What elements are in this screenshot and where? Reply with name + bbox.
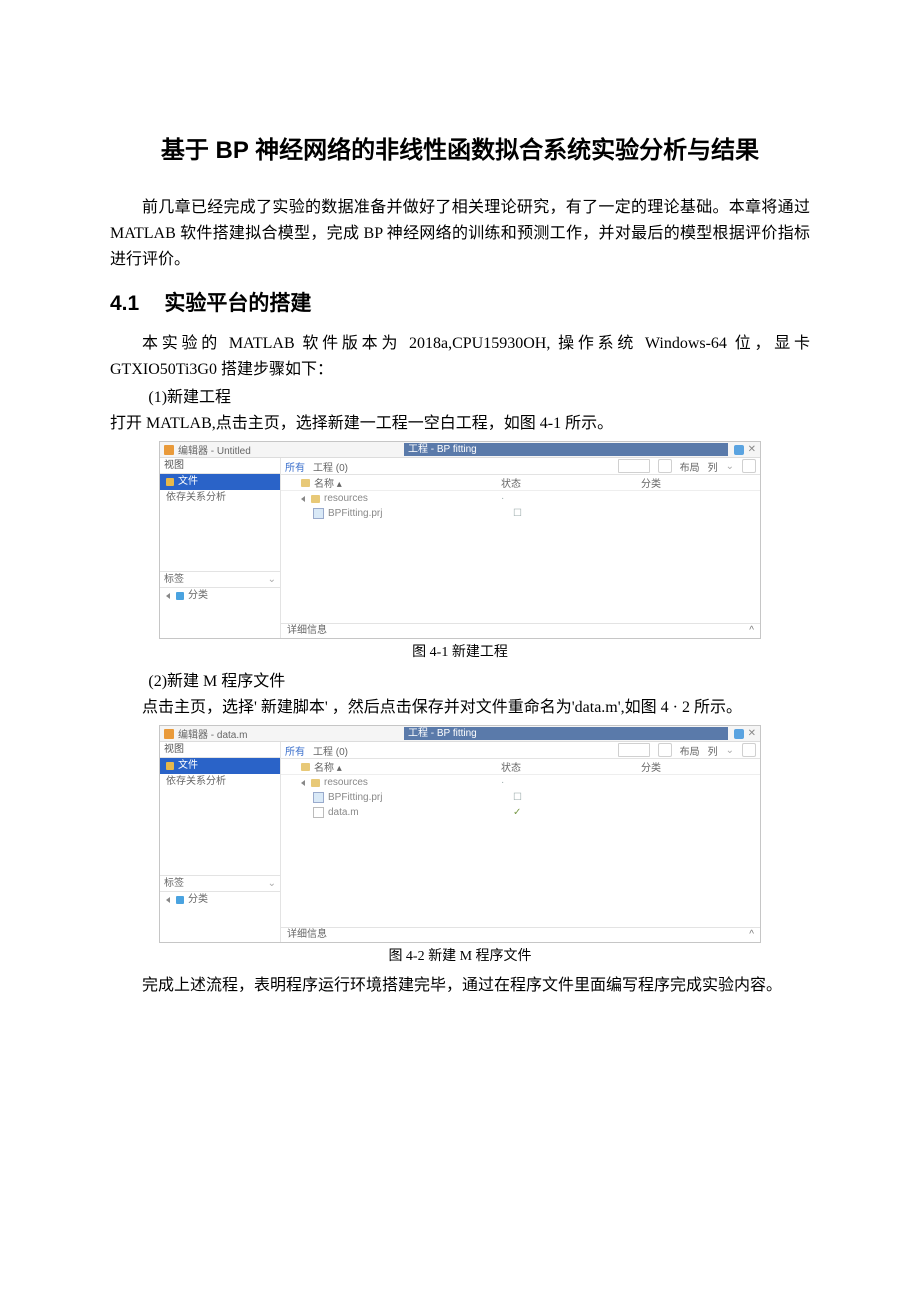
content-panel: 所有 工程 (0) 布局 列 ⌄ 名称 ▴ 状态 分类	[281, 742, 760, 942]
folder-icon	[311, 779, 320, 787]
column-status[interactable]: 状态	[501, 475, 641, 490]
step2-label: (2)新建 M 程序文件	[110, 669, 810, 695]
folder-icon	[166, 762, 174, 770]
chevron-down-icon[interactable]: ⌄	[726, 745, 734, 756]
expand-icon	[166, 593, 170, 599]
toolbar-all[interactable]: 所有	[285, 743, 305, 758]
toolbar-layout[interactable]: 布局	[680, 459, 700, 474]
project-file-icon	[313, 508, 324, 519]
collapse-icon[interactable]: ^	[749, 624, 754, 638]
window-title: 编辑器 - Untitled	[178, 442, 251, 457]
toolbar-project[interactable]: 工程 (0)	[313, 459, 348, 474]
sidebar-item-category[interactable]: 分类	[160, 892, 280, 908]
intro-paragraph: 前几章已经完成了实验的数据准备并做好了相关理论研究，有了一定的理论基础。本章将通…	[110, 195, 810, 273]
category-icon	[176, 896, 184, 904]
column-category[interactable]: 分类	[641, 475, 760, 490]
chevron-down-icon[interactable]: ⌄	[268, 876, 276, 891]
filter-icon[interactable]	[658, 459, 672, 473]
chevron-down-icon[interactable]: ⌄	[726, 461, 734, 472]
folder-icon	[301, 479, 310, 487]
toolbar-columns[interactable]: 列	[708, 459, 718, 474]
platform-paragraph: 本实验的 MATLAB 软件版本为 2018a,CPU15930OH, 操作系统…	[110, 331, 810, 383]
folder-icon	[166, 478, 174, 486]
project-toolbar: 所有 工程 (0) 布局 列 ⌄	[281, 458, 760, 475]
help-icon[interactable]	[734, 729, 744, 739]
section-heading: 4.1 实验平台的搭建	[110, 287, 810, 317]
sidebar-item-category[interactable]: 分类	[160, 588, 280, 604]
section-title: 实验平台的搭建	[164, 292, 311, 315]
content-panel: 所有 工程 (0) 布局 列 ⌄ 名称 ▴ 状态 分类	[281, 458, 760, 638]
collapse-icon[interactable]: ^	[749, 928, 754, 942]
sidebar-item-label: 文件	[178, 758, 198, 774]
figure-4-1-caption: 图 4-1 新建工程	[110, 641, 810, 661]
sidebar-item-dependency[interactable]: 依存关系分析	[160, 490, 280, 506]
project-file-icon	[313, 792, 324, 803]
sidebar-header-view: 视图	[160, 458, 280, 474]
table-row[interactable]: resources ·	[281, 491, 760, 506]
folder-icon	[301, 763, 310, 771]
table-row[interactable]: data.m ✓	[281, 805, 760, 820]
app-icon	[164, 445, 174, 455]
gear-icon[interactable]	[742, 459, 756, 473]
column-name[interactable]: 名称 ▴	[281, 759, 501, 774]
status-bar: 详细信息 ^	[281, 623, 760, 638]
search-input[interactable]	[618, 459, 650, 473]
table-row[interactable]: resources ·	[281, 775, 760, 790]
step1-label: (1)新建工程	[110, 385, 810, 411]
toolbar-layout[interactable]: 布局	[680, 743, 700, 758]
sidebar-header-view: 视图	[160, 742, 280, 758]
project-title-bar: 工程 - BP fitting	[404, 443, 728, 456]
toolbar-all[interactable]: 所有	[285, 459, 305, 474]
sidebar-item-label: 依存关系分析	[166, 774, 226, 790]
sidebar: 视图 文件 依存关系分析 标签 ⌄ 分类	[160, 458, 281, 638]
sidebar-header-labels: 标签 ⌄	[160, 875, 280, 892]
sidebar-item-label: 依存关系分析	[166, 490, 226, 506]
figure-4-2: 编辑器 - data.m 工程 - BP fitting ✕ 视图 文件 依存关…	[159, 725, 761, 943]
project-title-bar: 工程 - BP fitting	[404, 727, 728, 740]
folder-icon	[311, 495, 320, 503]
page-title: 基于 BP 神经网络的非线性函数拟合系统实验分析与结果	[110, 130, 810, 165]
closing-paragraph: 完成上述流程，表明程序运行环境搭建完毕，通过在程序文件里面编写程序完成实验内容。	[110, 973, 810, 999]
column-category[interactable]: 分类	[641, 759, 760, 774]
filter-icon[interactable]	[658, 743, 672, 757]
sidebar: 视图 文件 依存关系分析 标签 ⌄ 分类	[160, 742, 281, 942]
window-titlebar: 编辑器 - Untitled 工程 - BP fitting ✕	[160, 442, 760, 458]
table-row[interactable]: BPFitting.prj ☐	[281, 506, 760, 521]
sidebar-item-label: 文件	[178, 474, 198, 490]
figure-4-1: 编辑器 - Untitled 工程 - BP fitting ✕ 视图 文件 依…	[159, 441, 761, 639]
app-icon	[164, 729, 174, 739]
expand-icon	[301, 496, 305, 502]
sidebar-item-dependency[interactable]: 依存关系分析	[160, 774, 280, 790]
expand-icon	[301, 780, 305, 786]
toolbar-columns[interactable]: 列	[708, 743, 718, 758]
category-icon	[176, 592, 184, 600]
search-input[interactable]	[618, 743, 650, 757]
close-icon[interactable]: ✕	[748, 728, 756, 739]
table-row[interactable]: BPFitting.prj ☐	[281, 790, 760, 805]
help-icon[interactable]	[734, 445, 744, 455]
sidebar-item-label: 分类	[188, 892, 208, 908]
close-icon[interactable]: ✕	[748, 444, 756, 455]
project-toolbar: 所有 工程 (0) 布局 列 ⌄	[281, 742, 760, 759]
status-bar: 详细信息 ^	[281, 927, 760, 942]
sidebar-item-label: 分类	[188, 588, 208, 604]
chevron-down-icon[interactable]: ⌄	[268, 572, 276, 587]
toolbar-project[interactable]: 工程 (0)	[313, 743, 348, 758]
column-headers: 名称 ▴ 状态 分类	[281, 475, 760, 491]
sidebar-item-files[interactable]: 文件	[160, 758, 280, 774]
column-headers: 名称 ▴ 状态 分类	[281, 759, 760, 775]
figure-4-2-caption: 图 4-2 新建 M 程序文件	[110, 945, 810, 965]
step2-desc: 点击主页，选择' 新建脚本' ，然后点击保存并对文件重命名为'data.m',如…	[110, 695, 810, 721]
window-title: 编辑器 - data.m	[178, 726, 247, 741]
column-name[interactable]: 名称 ▴	[281, 475, 501, 490]
expand-icon	[166, 897, 170, 903]
window-titlebar: 编辑器 - data.m 工程 - BP fitting ✕	[160, 726, 760, 742]
gear-icon[interactable]	[742, 743, 756, 757]
section-number: 4.1	[110, 292, 139, 315]
m-file-icon	[313, 807, 324, 818]
step1-desc: 打开 MATLAB,点击主页，选择新建一工程一空白工程，如图 4-1 所示。	[110, 411, 810, 437]
column-status[interactable]: 状态	[501, 759, 641, 774]
sidebar-item-files[interactable]: 文件	[160, 474, 280, 490]
sidebar-header-labels: 标签 ⌄	[160, 571, 280, 588]
